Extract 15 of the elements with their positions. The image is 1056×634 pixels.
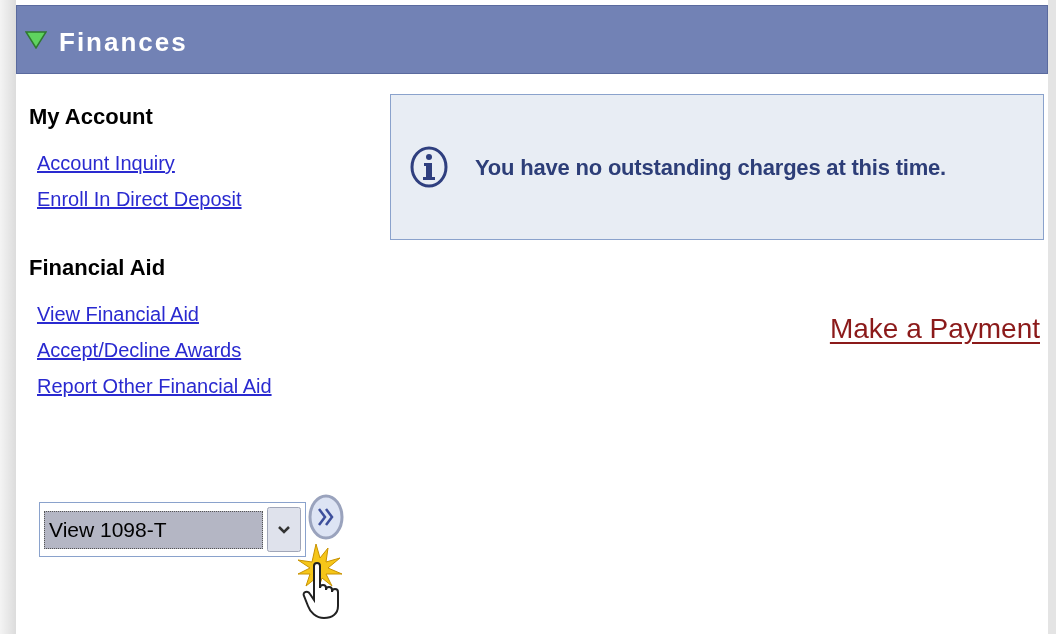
nav-link[interactable]: Report Other Financial Aid: [37, 370, 272, 402]
nav-link[interactable]: Enroll In Direct Deposit: [37, 183, 242, 215]
nav-link[interactable]: View Financial Aid: [37, 298, 199, 330]
section-heading: My Account: [29, 103, 154, 131]
nav-link[interactable]: Account Inquiry: [37, 147, 175, 179]
info-icon: [409, 145, 449, 189]
caret-icon[interactable]: [267, 507, 301, 552]
expanded-triangle-icon[interactable]: [25, 30, 47, 49]
panel-title: Finances: [59, 26, 188, 59]
info-message: You have no outstanding charges at this time.: [475, 153, 946, 182]
section-heading: Financial Aid: [29, 254, 167, 282]
go-button[interactable]: [308, 494, 344, 540]
make-payment-link[interactable]: Make a Payment: [829, 308, 1040, 350]
nav-link[interactable]: Accept/Decline Awards: [37, 334, 242, 366]
report-dropdown[interactable]: View 1098-T: [39, 502, 306, 557]
